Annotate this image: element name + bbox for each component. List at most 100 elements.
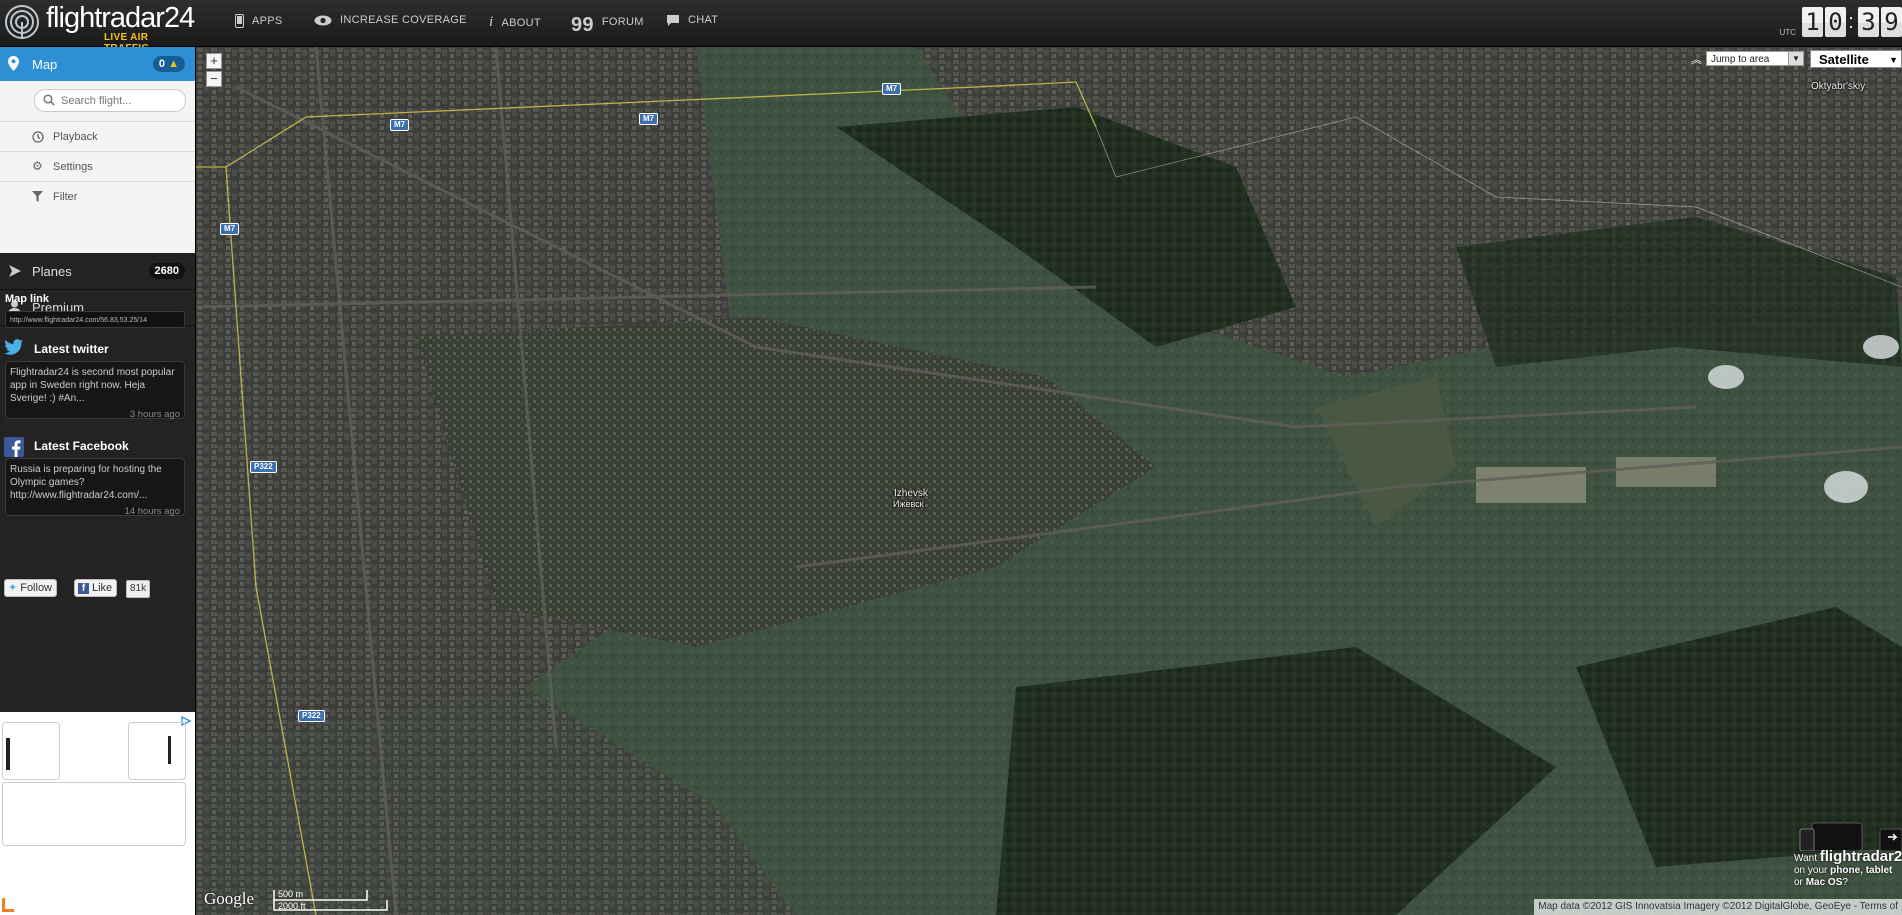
alert-badge[interactable]: 0 ▲ (152, 56, 185, 72)
twitter-icon (4, 339, 24, 355)
clock-digit: 1 (1802, 7, 1823, 37)
promo-line2a: on your (1794, 865, 1828, 876)
road-shield: M7 (882, 83, 902, 95)
twitter-bird-icon: ✦ (8, 582, 18, 594)
clock-icon (32, 131, 44, 143)
twitter-post-time: 3 hours ago (129, 409, 180, 420)
road-shield: P322 (250, 461, 277, 473)
jump-to-area-select[interactable]: Jump to area ▼ (1706, 51, 1804, 66)
ad-banner[interactable] (0, 712, 195, 915)
promo-want: Want (1794, 853, 1817, 864)
map-view[interactable]: + − ︽ Jump to area ▼ Satellite ▼ Oktyabr… (196, 47, 1902, 915)
map-label-izhevsk: Izhevsk (894, 488, 928, 499)
clock-separator: : (1848, 10, 1854, 33)
zoom-controls: + − (206, 53, 222, 89)
ad-logo-mark (2, 898, 14, 912)
twitter-follow-button[interactable]: ✦ Follow (4, 579, 58, 597)
scale-bar: 500 m 2000 ft (272, 888, 392, 912)
nav-apps[interactable]: APPS (235, 14, 283, 28)
nav-forum-label: FORUM (601, 16, 644, 28)
nav-apps-label: APPS (252, 15, 283, 27)
facebook-like-button[interactable]: f Like (74, 579, 118, 597)
sidebar-item-settings[interactable]: ⚙ Settings (0, 151, 195, 182)
sidebar-item-filter[interactable]: Filter (0, 181, 195, 212)
facebook-post-time: 14 hours ago (124, 506, 180, 517)
chevron-down-icon: ▼ (1889, 55, 1898, 65)
map-link-title: Map link (5, 293, 50, 305)
nav-about[interactable]: i ABOUT (489, 14, 541, 31)
zoom-in-button[interactable]: + (206, 53, 222, 69)
jump-to-area-label: Jump to area (1711, 54, 1770, 65)
warning-icon: ▲ (168, 58, 179, 70)
nav-chat-label: CHAT (688, 14, 719, 26)
sidebar-item-playback[interactable]: Playback (0, 121, 195, 152)
clock-digit: 3 (1858, 7, 1879, 37)
facebook-icon (4, 437, 24, 457)
phone-icon (235, 14, 244, 28)
promo-brand: flightradar24 (1819, 848, 1902, 865)
map-type-label: Satellite (1819, 52, 1869, 67)
nav-chat[interactable]: CHAT (666, 14, 718, 26)
facebook-post[interactable]: Russia is preparing for hosting the Olym… (5, 458, 185, 517)
collapse-chevron-icon[interactable]: ︽ (1691, 51, 1702, 67)
eye-icon (314, 15, 332, 25)
road-shield: M7 (390, 119, 410, 131)
like-label: Like (92, 582, 113, 594)
latest-twitter-title: Latest twitter (34, 342, 109, 356)
gear-icon: ⚙ (32, 159, 43, 173)
mobile-app-promo[interactable]: Want flightradar24 on your phone, tablet… (1792, 819, 1902, 897)
ad-mark (6, 738, 10, 770)
map-label-oktyabrskiy: Oktyabr'skiy (1811, 81, 1866, 92)
road-shield: M7 (639, 113, 659, 125)
search-flight-box[interactable] (34, 89, 186, 112)
planes-label: Planes (32, 264, 72, 279)
ad-frame (128, 722, 186, 780)
scale-imperial: 2000 ft (278, 901, 306, 911)
google-logo[interactable]: Google (204, 889, 254, 909)
search-icon (43, 94, 55, 106)
devices-icon (1799, 822, 1902, 851)
search-flight-input[interactable] (59, 92, 181, 110)
utc-label: UTC (1779, 27, 1796, 37)
map-label-izhevsk-ru: Ижевск (893, 499, 924, 509)
sidebar-item-map[interactable]: Map 0 ▲ (0, 47, 195, 81)
info-icon: i (489, 14, 494, 30)
twitter-post[interactable]: Flightradar24 is second most popular app… (5, 361, 185, 420)
clock-digit: 0 (1825, 7, 1846, 37)
promo-line3b: Mac OS (1805, 877, 1843, 888)
map-attribution[interactable]: Map data ©2012 GIS Innovatsia Imagery ©2… (1534, 899, 1902, 915)
ad-frame (2, 782, 186, 846)
chevron-down-icon: ▼ (1788, 52, 1803, 65)
planes-count: 2680 (148, 263, 185, 279)
sidebar: Map 0 ▲ Playback ⚙ Settings Filter Plane… (0, 47, 196, 915)
map-type-select[interactable]: Satellite ▼ (1810, 50, 1902, 68)
promo-line2b: phone, tablet (1830, 865, 1893, 876)
promo-line3c: ? (1842, 877, 1848, 888)
scale-metric: 500 m (278, 889, 304, 899)
plane-icon (9, 265, 21, 277)
map-link-field[interactable]: http://www.flightradar24.com/56.83,53.25… (5, 311, 185, 328)
latest-facebook-title: Latest Facebook (34, 439, 129, 453)
satellite-imagery (196, 47, 1902, 915)
nav-increase-coverage[interactable]: INCREASE COVERAGE (314, 14, 467, 26)
facebook-f-icon: f (78, 582, 89, 594)
twitter-post-text: Flightradar24 is second most popular app… (10, 367, 175, 404)
sidebar-item-map-label: Map (32, 57, 58, 72)
quote-icon: 99 (571, 14, 594, 36)
promo-line3a: or (1794, 877, 1803, 888)
promo-text: Want flightradar24 on your phone, tablet… (1794, 848, 1902, 889)
clock-digit: 9 (1881, 7, 1902, 37)
nav-increase-coverage-label: INCREASE COVERAGE (340, 14, 467, 26)
filter-label: Filter (53, 191, 78, 203)
sidebar-item-planes[interactable]: Planes 2680 (0, 253, 195, 290)
ad-frame (2, 722, 60, 780)
logo-name: flightradar24 (46, 2, 195, 34)
follow-label: Follow (20, 582, 53, 594)
utc-clock: UTC 1 0 : 3 9 (1780, 4, 1902, 40)
nav-forum[interactable]: 99 FORUM (571, 14, 644, 36)
road-shield: M7 (220, 223, 240, 235)
like-count: 81k (126, 580, 151, 598)
logo[interactable]: flightradar24 LIVE AIR TRAFFIC (4, 2, 195, 54)
map-submenu: Playback ⚙ Settings Filter (0, 81, 195, 253)
zoom-out-button[interactable]: − (206, 71, 222, 87)
